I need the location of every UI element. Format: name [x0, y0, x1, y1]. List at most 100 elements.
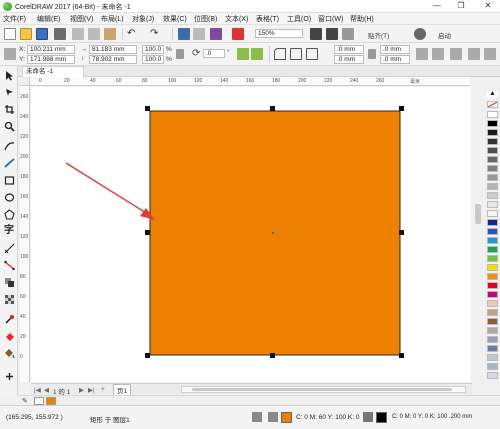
paste-icon[interactable] [104, 28, 116, 40]
menu-bitmaps[interactable]: 位图(B) [194, 14, 217, 24]
horizontal-scrollbar[interactable] [181, 386, 466, 393]
drawing-canvas[interactable] [31, 87, 471, 382]
palette-swatch[interactable] [487, 345, 498, 352]
document-tab[interactable]: 未命名 -1 [22, 66, 84, 77]
palette-swatch[interactable] [487, 300, 498, 307]
palette-swatch[interactable] [487, 282, 498, 289]
eyedropper-tool-icon[interactable] [4, 314, 15, 325]
palette-swatch[interactable] [487, 201, 498, 208]
prev-page-icon[interactable]: ◀ [44, 386, 49, 394]
palette-swatch[interactable] [487, 291, 498, 298]
outline-color-swatch[interactable] [376, 412, 387, 423]
drop-shadow-icon[interactable] [4, 277, 15, 288]
ellipse-tool-icon[interactable] [4, 192, 15, 203]
save-icon[interactable] [36, 28, 48, 40]
full-screen-icon[interactable] [310, 28, 322, 40]
no-color-swatch[interactable] [487, 101, 498, 108]
palette-swatch[interactable] [487, 174, 498, 181]
shape-tool-icon[interactable] [4, 87, 15, 98]
menu-window[interactable]: 窗口(W) [318, 14, 343, 24]
orange-rectangle[interactable] [149, 110, 401, 356]
zoom-level-field[interactable]: 150% [255, 29, 303, 38]
smart-fill-icon[interactable] [4, 348, 15, 359]
mirror-horizontal-icon[interactable] [237, 48, 249, 60]
horizontal-ruler[interactable]: 0 20 40 60 80 100 120 140 160 180 200 22… [30, 77, 470, 86]
menu-edit[interactable]: 编辑(E) [37, 14, 60, 24]
text-tool-icon[interactable]: 字 [4, 225, 15, 236]
palette-swatch[interactable] [487, 246, 498, 253]
object-origin-icon[interactable] [4, 48, 16, 60]
open-folder-icon[interactable] [20, 28, 32, 40]
fill-color-swatch[interactable] [281, 412, 292, 423]
import-icon[interactable] [193, 28, 205, 40]
chamfered-corner-icon[interactable] [306, 48, 318, 60]
first-page-icon[interactable]: |◀ [34, 386, 41, 394]
no-fill-swatch[interactable] [34, 397, 44, 405]
eyedropper-icon[interactable]: ✎ [22, 397, 28, 405]
snap-to-menu[interactable]: 贴齐(T) [368, 30, 389, 40]
transparency-tool-icon[interactable] [4, 294, 15, 305]
corner-radius-top-right-field[interactable]: .0 mm [380, 45, 410, 54]
next-page-icon[interactable]: ▶ [79, 386, 84, 394]
orange-swatch[interactable] [46, 397, 56, 405]
to-front-icon[interactable] [468, 48, 480, 60]
scale-y-field[interactable]: 100.0 [142, 55, 164, 64]
palette-swatch[interactable] [487, 264, 498, 271]
scalloped-corner-icon[interactable] [290, 48, 302, 60]
ruler-origin[interactable] [20, 77, 30, 86]
interactive-fill-icon[interactable] [4, 331, 15, 342]
round-corner-icon[interactable] [274, 48, 286, 60]
rotation-field[interactable]: .0 [203, 49, 225, 58]
cut-icon[interactable] [72, 28, 84, 40]
palette-swatch[interactable] [487, 210, 498, 217]
palette-swatch[interactable] [487, 363, 498, 370]
palette-swatch[interactable] [487, 309, 498, 316]
menu-text[interactable]: 文本(X) [225, 14, 248, 24]
palette-swatch[interactable] [487, 228, 498, 235]
corner-lock-icon[interactable] [368, 49, 376, 59]
palette-swatch[interactable] [487, 111, 498, 118]
grid-icon[interactable] [342, 28, 354, 40]
artistic-media-icon[interactable] [4, 158, 15, 169]
vertical-scroll-thumb[interactable] [475, 204, 481, 224]
print-icon[interactable] [54, 28, 66, 40]
search-content-icon[interactable] [178, 28, 190, 40]
new-document-icon[interactable] [4, 28, 16, 40]
menu-table[interactable]: 表格(T) [256, 14, 279, 24]
mirror-vertical-icon[interactable] [251, 48, 263, 60]
width-field[interactable]: 81.183 mm [89, 45, 137, 54]
last-page-icon[interactable]: ▶| [88, 386, 95, 394]
freehand-tool-icon[interactable] [4, 141, 15, 152]
palette-swatch[interactable] [487, 273, 498, 280]
polygon-tool-icon[interactable] [4, 209, 15, 220]
crop-tool-icon[interactable] [4, 104, 15, 115]
corner-radius-bottom-left-field[interactable]: .0 mm [334, 55, 364, 64]
parallel-dimension-icon[interactable] [4, 243, 15, 254]
vertical-scrollbar[interactable] [474, 86, 482, 382]
menu-layout[interactable]: 布局(L) [101, 14, 124, 24]
copy-icon[interactable] [88, 28, 100, 40]
x-position-field[interactable]: 100.211 mm [27, 45, 75, 54]
vertical-ruler[interactable]: 260 240 220 200 180 160 140 120 100 80 6… [20, 86, 30, 382]
connector-tool-icon[interactable] [4, 260, 15, 271]
palette-swatch[interactable] [487, 138, 498, 145]
palette-swatch[interactable] [487, 255, 498, 262]
outline-width-icon[interactable] [450, 48, 462, 60]
minimize-button[interactable]: — [428, 0, 446, 13]
palette-swatch[interactable] [487, 318, 498, 325]
redo-icon[interactable]: ↷ [150, 28, 162, 40]
palette-swatch[interactable] [487, 354, 498, 361]
palette-swatch[interactable] [487, 183, 498, 190]
palette-swatch[interactable] [487, 372, 498, 379]
horizontal-scroll-thumb[interactable] [192, 388, 452, 391]
rulers-icon[interactable] [326, 28, 338, 40]
menu-object[interactable]: 对象(J) [132, 14, 154, 24]
corner-radius-top-left-field[interactable]: .0 mm [334, 45, 364, 54]
menu-effects[interactable]: 效果(C) [163, 14, 187, 24]
menu-view[interactable]: 视图(V) [70, 14, 93, 24]
relative-corner-scaling-icon[interactable] [416, 48, 428, 60]
pick-tool-icon[interactable] [4, 70, 15, 81]
export-icon[interactable] [210, 28, 222, 40]
menu-tools[interactable]: 工具(O) [287, 14, 311, 24]
menu-help[interactable]: 帮助(H) [350, 14, 374, 24]
